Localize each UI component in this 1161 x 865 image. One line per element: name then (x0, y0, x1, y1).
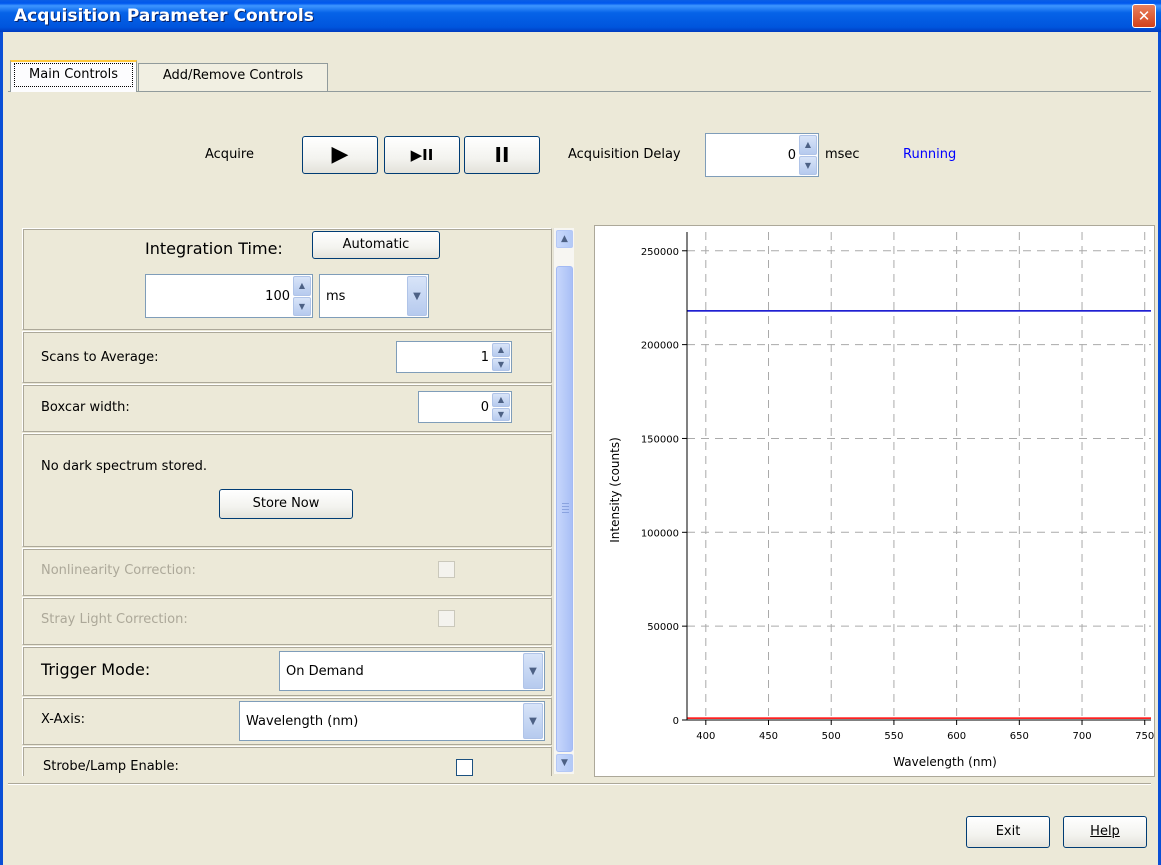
stray-light-section: Stray Light Correction: (22, 597, 552, 645)
help-button-label: Help (1090, 824, 1120, 839)
x-axis-value: Wavelength (nm) (246, 713, 359, 729)
integration-time-label: Integration Time: (145, 239, 283, 258)
x-tick-label: 650 (1010, 731, 1029, 742)
integration-time-section: Integration Time: Automatic 100 ▲ ▼ ms ▼ (22, 228, 552, 330)
play-pause-button[interactable]: ▶II (384, 136, 460, 174)
automatic-button[interactable]: Automatic (312, 231, 440, 259)
close-icon: ✕ (1137, 7, 1151, 25)
y-tick-label: 50000 (647, 622, 679, 633)
chevron-down-icon[interactable]: ▼ (523, 653, 543, 689)
x-axis-section: X-Axis: Wavelength (nm) ▼ (22, 697, 552, 745)
spectrum-plot-panel: 400 450 500 550 600 650 700 750 0 50000 100000 1500… (594, 225, 1155, 777)
y-tick-label: 0 (673, 716, 679, 727)
acquisition-delay-value: 0 (787, 147, 796, 163)
boxcar-width-section: Boxcar width: 0 ▲ ▼ (22, 384, 552, 432)
tab-add-remove-controls[interactable]: Add/Remove Controls (138, 63, 328, 91)
bottom-separator (8, 783, 1151, 785)
strobe-lamp-section: Strobe/Lamp Enable: (22, 746, 552, 776)
integration-time-spinner[interactable]: 100 ▲ ▼ (145, 274, 313, 318)
scans-to-average-value: 1 (480, 349, 489, 365)
integration-unit-value: ms (326, 288, 346, 304)
x-axis-title: Wavelength (nm) (893, 755, 997, 769)
spin-down-icon[interactable]: ▼ (492, 357, 510, 371)
play-pause-icon: ▶II (410, 146, 434, 164)
x-tick-label: 500 (822, 731, 841, 742)
nonlinearity-correction-label: Nonlinearity Correction: (41, 563, 196, 578)
y-tick-label: 200000 (641, 341, 679, 352)
store-now-button[interactable]: Store Now (219, 489, 353, 519)
x-axis-label: X-Axis: (41, 712, 86, 727)
chevron-down-icon[interactable]: ▼ (407, 276, 427, 316)
play-button[interactable]: ▶ (302, 136, 378, 174)
boxcar-width-spinner[interactable]: 0 ▲ ▼ (418, 391, 512, 423)
chevron-down-icon[interactable]: ▼ (556, 754, 573, 772)
strobe-lamp-label: Strobe/Lamp Enable: (43, 759, 179, 774)
spin-up-icon[interactable]: ▲ (293, 276, 311, 296)
y-tick-label: 100000 (641, 528, 679, 539)
x-tick-label: 750 (1135, 731, 1154, 742)
x-tick-label: 700 (1072, 731, 1091, 742)
window-title: Acquisition Parameter Controls (14, 6, 314, 26)
x-tick-label: 400 (696, 731, 715, 742)
x-tick-label: 600 (947, 731, 966, 742)
y-axis-title: Intensity (counts) (608, 437, 622, 543)
play-icon: ▶ (331, 142, 349, 167)
pause-icon: II (494, 143, 510, 167)
tab-add-remove-controls-label: Add/Remove Controls (162, 68, 304, 83)
store-now-button-label: Store Now (252, 496, 320, 511)
chevron-up-icon[interactable]: ▲ (556, 230, 573, 248)
exit-button-label: Exit (995, 824, 1021, 839)
controls-scrollbar[interactable]: ▲ ▼ (553, 228, 574, 774)
dark-spectrum-message: No dark spectrum stored. (41, 459, 207, 474)
spin-up-icon[interactable]: ▲ (799, 135, 817, 155)
acquisition-delay-unit: msec (825, 147, 860, 162)
tab-main-controls[interactable]: Main Controls (10, 60, 137, 92)
pause-button[interactable]: II (464, 136, 540, 174)
spectrum-plot: 400 450 500 550 600 650 700 750 0 50000 100000 1500… (608, 232, 1154, 769)
spin-down-icon[interactable]: ▼ (293, 296, 311, 316)
tab-main-controls-label: Main Controls (14, 63, 133, 87)
help-button[interactable]: Help (1063, 816, 1147, 848)
boxcar-width-value: 0 (480, 399, 489, 415)
acquisition-delay-label: Acquisition Delay (568, 147, 681, 162)
title-bar[interactable]: Acquisition Parameter Controls ✕ (0, 0, 1161, 32)
exit-button[interactable]: Exit (966, 816, 1050, 848)
boxcar-width-label: Boxcar width: (41, 400, 130, 415)
stray-light-correction-label: Stray Light Correction: (41, 612, 188, 627)
status-running: Running (903, 147, 957, 162)
dark-spectrum-section: No dark spectrum stored. Store Now (22, 433, 552, 547)
trigger-mode-section: Trigger Mode: On Demand ▼ (22, 646, 552, 696)
strobe-lamp-checkbox[interactable] (456, 759, 473, 776)
trigger-mode-value: On Demand (286, 663, 364, 679)
close-button[interactable]: ✕ (1132, 4, 1156, 28)
acquire-label: Acquire (205, 147, 254, 162)
y-tick-label: 150000 (641, 434, 679, 445)
acquisition-window: Acquisition Parameter Controls ✕ Main Co… (0, 0, 1161, 865)
acquisition-delay-spinner[interactable]: 0 ▲ ▼ (705, 133, 819, 177)
chevron-down-icon[interactable]: ▼ (523, 703, 543, 739)
window-frame-left (0, 32, 3, 865)
trigger-mode-select[interactable]: On Demand ▼ (279, 651, 545, 691)
nonlinearity-correction-checkbox[interactable] (438, 561, 455, 578)
spin-up-icon[interactable]: ▲ (492, 393, 510, 407)
scans-to-average-spinner[interactable]: 1 ▲ ▼ (396, 341, 512, 373)
y-tick-label: 250000 (641, 247, 679, 258)
trigger-mode-label: Trigger Mode: (41, 660, 151, 679)
automatic-button-label: Automatic (342, 237, 410, 252)
scrollbar-thumb[interactable] (556, 266, 573, 752)
spin-up-icon[interactable]: ▲ (492, 343, 510, 357)
x-tick-label: 550 (884, 731, 903, 742)
stray-light-correction-checkbox[interactable] (438, 610, 455, 627)
scans-to-average-section: Scans to Average: 1 ▲ ▼ (22, 331, 552, 383)
integration-unit-select[interactable]: ms ▼ (319, 274, 429, 318)
integration-time-value: 100 (265, 288, 290, 304)
nonlinearity-section: Nonlinearity Correction: (22, 548, 552, 596)
x-axis-select[interactable]: Wavelength (nm) ▼ (239, 701, 545, 741)
spin-down-icon[interactable]: ▼ (799, 155, 817, 175)
scans-to-average-label: Scans to Average: (41, 350, 159, 365)
x-tick-label: 450 (759, 731, 778, 742)
spin-down-icon[interactable]: ▼ (492, 407, 510, 421)
